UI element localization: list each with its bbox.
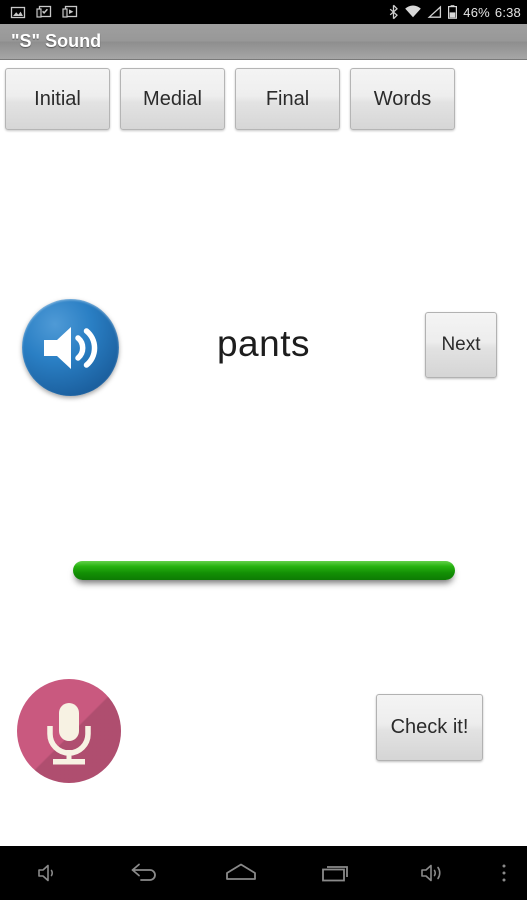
volume-down-icon [38,864,54,882]
app-title: "S" Sound [11,31,102,51]
nav-volume-down[interactable] [0,846,96,900]
volume-up-icon [421,864,441,882]
tab-final[interactable]: Final [235,68,340,130]
nav-volume-up[interactable] [385,846,481,900]
tab-medial-label: Medial [143,87,202,110]
nav-overflow-menu[interactable] [481,846,527,900]
app-title-bar: "S" Sound [0,24,527,60]
app-screen: 46% 6:38 "S" Sound Initial Medial Final … [0,0,527,900]
screen-record-icon [62,5,78,18]
status-bar-left-icons [10,4,78,20]
check-it-button[interactable]: Check it! [376,694,483,761]
status-bar: 46% 6:38 [0,0,527,24]
system-navigation-bar [0,846,527,900]
back-arrow-icon [131,863,157,881]
wifi-icon [405,5,422,18]
screenshot-capture-icon [36,5,52,18]
nav-back[interactable] [96,846,192,900]
battery-icon [448,5,458,19]
next-button-label: Next [441,334,481,355]
tab-medial[interactable]: Medial [120,68,225,130]
clock-label: 6:38 [494,4,521,20]
nav-recents[interactable] [289,846,385,900]
check-it-button-label: Check it! [390,716,469,738]
tab-initial[interactable]: Initial [5,68,110,130]
audio-level-bar [73,561,455,583]
recents-icon [321,866,348,882]
tab-initial-label: Initial [34,87,81,110]
bluetooth-icon [390,4,399,20]
home-icon [225,863,256,880]
tab-words[interactable]: Words [350,68,455,130]
gallery-image-icon [10,6,26,19]
cell-signal-icon [427,5,442,18]
tab-final-label: Final [265,87,310,110]
sound-position-tabs: Initial Medial Final Words [5,68,455,130]
battery-percent-label: 46% [463,4,490,20]
microphone-icon [47,703,91,765]
tab-words-label: Words [373,87,432,110]
status-bar-right-icons: 46% 6:38 [388,4,521,20]
next-button[interactable]: Next [425,312,497,378]
audio-level-bar-fill [73,561,455,580]
record-microphone-button[interactable] [17,679,121,783]
nav-home[interactable] [192,846,288,900]
kebab-menu-icon [502,864,506,882]
